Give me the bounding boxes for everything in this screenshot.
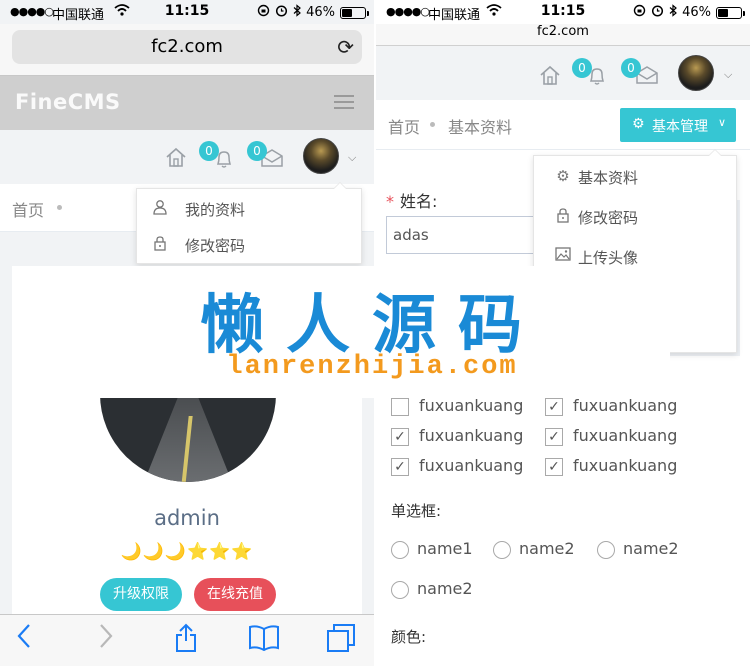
share-icon[interactable] [174, 623, 198, 660]
check-icon[interactable]: ✓ [545, 428, 563, 446]
menu-item-password[interactable]: 修改密码 [534, 200, 736, 238]
name-label: * 姓名: [386, 192, 438, 211]
radio-circle[interactable] [493, 541, 511, 559]
menu-item-label: 修改密码 [185, 237, 246, 255]
bookmarks-icon[interactable] [248, 623, 280, 658]
address-bar[interactable]: fc2.com [376, 24, 750, 46]
breadcrumb-separator [57, 205, 62, 210]
check-icon[interactable]: ✓ [545, 458, 563, 476]
breadcrumb-separator [430, 122, 435, 127]
url-text: fc2.com [151, 36, 223, 57]
bluetooth-icon [669, 4, 678, 21]
recharge-button[interactable]: 在线充值 [194, 578, 276, 611]
status-bar: ●●●●○ 中国联通 11:15 46% [0, 0, 374, 24]
radio-section-label: 单选框: [391, 502, 442, 520]
status-bar: ●●●●○ 中国联通 11:15 46% [376, 0, 750, 24]
menu-item-label: 我的资料 [185, 201, 246, 219]
reload-icon[interactable]: ⟳ [337, 30, 354, 64]
name-field[interactable]: adas [386, 216, 556, 254]
url-text: fc2.com [537, 24, 589, 39]
breadcrumb-current: 基本资料 [448, 118, 513, 137]
gear-icon: ⚙ [556, 167, 570, 185]
menu-item-label: 修改密码 [578, 209, 639, 227]
menu-item-password[interactable]: 修改密码 [137, 227, 361, 265]
battery-icon [340, 6, 369, 19]
checkbox-box[interactable] [391, 398, 409, 416]
address-bar: fc2.com ⟳ [0, 24, 374, 76]
radio-circle[interactable] [391, 541, 409, 559]
avatar[interactable] [678, 55, 714, 91]
chevron-down-icon[interactable]: ⌵ [348, 151, 356, 165]
home-icon[interactable] [165, 146, 187, 172]
alarm-icon [651, 4, 664, 21]
tabs-icon[interactable] [326, 623, 356, 660]
radio-circle[interactable] [597, 541, 615, 559]
manage-button[interactable]: ⚙ 基本管理 ∨ [620, 108, 736, 142]
bluetooth-icon [293, 4, 302, 21]
user-dropdown: 我的资料 修改密码 [136, 182, 362, 265]
breadcrumb: 首页 基本资料 ⚙ 基本管理 ∨ [376, 100, 750, 150]
battery-icon [716, 6, 745, 19]
menu-icon[interactable] [334, 95, 354, 113]
message-badge: 0 [621, 58, 641, 78]
forward-icon [98, 623, 114, 656]
radio-circle[interactable] [391, 581, 409, 599]
breadcrumb-home[interactable]: 首页 [388, 114, 420, 138]
image-icon [554, 247, 572, 265]
battery-percent: 46% [682, 5, 711, 20]
lock-icon [554, 207, 572, 227]
top-nav: 0 0 ⌵ [0, 130, 374, 184]
level-icons: 🌙🌙🌙⭐⭐⭐ [120, 542, 254, 562]
home-icon[interactable] [539, 64, 561, 90]
breadcrumb-home[interactable]: 首页 [12, 197, 44, 221]
lock-icon [151, 235, 169, 255]
gears-icon: ⚙ [632, 116, 645, 132]
menu-item-label: 基本资料 [578, 169, 639, 187]
user-icon [151, 199, 169, 219]
menu-item-label: 上传头像 [578, 249, 639, 267]
watermark-url: lanrenzhijia.com [226, 352, 518, 382]
color-label: 颜色: [391, 628, 427, 646]
lock-rotation-icon [257, 4, 270, 21]
check-icon[interactable]: ✓ [391, 428, 409, 446]
back-icon[interactable] [16, 623, 32, 656]
check-icon[interactable]: ✓ [545, 398, 563, 416]
menu-item-basic-info[interactable]: ⚙ 基本资料 [534, 160, 736, 198]
battery-percent: 46% [306, 5, 335, 20]
username: admin [154, 506, 220, 530]
notification-badge: 0 [199, 141, 219, 161]
notification-badge: 0 [572, 58, 592, 78]
lock-rotation-icon [633, 4, 646, 21]
brand-bar: FineCMS [0, 76, 374, 130]
chevron-down-icon: ∨ [717, 116, 726, 129]
avatar[interactable] [303, 138, 339, 174]
message-badge: 0 [247, 141, 267, 161]
url-field[interactable]: fc2.com ⟳ [12, 30, 362, 64]
manage-button-label: 基本管理 [652, 119, 708, 135]
site-logo[interactable]: FineCMS [15, 90, 121, 114]
menu-item-profile[interactable]: 我的资料 [137, 191, 361, 229]
chevron-down-icon[interactable]: ⌵ [724, 68, 732, 82]
check-icon[interactable]: ✓ [391, 458, 409, 476]
browser-toolbar [0, 614, 374, 666]
top-nav: 0 0 ⌵ [376, 46, 750, 100]
alarm-icon [275, 4, 288, 21]
upgrade-button[interactable]: 升级权限 [100, 578, 182, 611]
